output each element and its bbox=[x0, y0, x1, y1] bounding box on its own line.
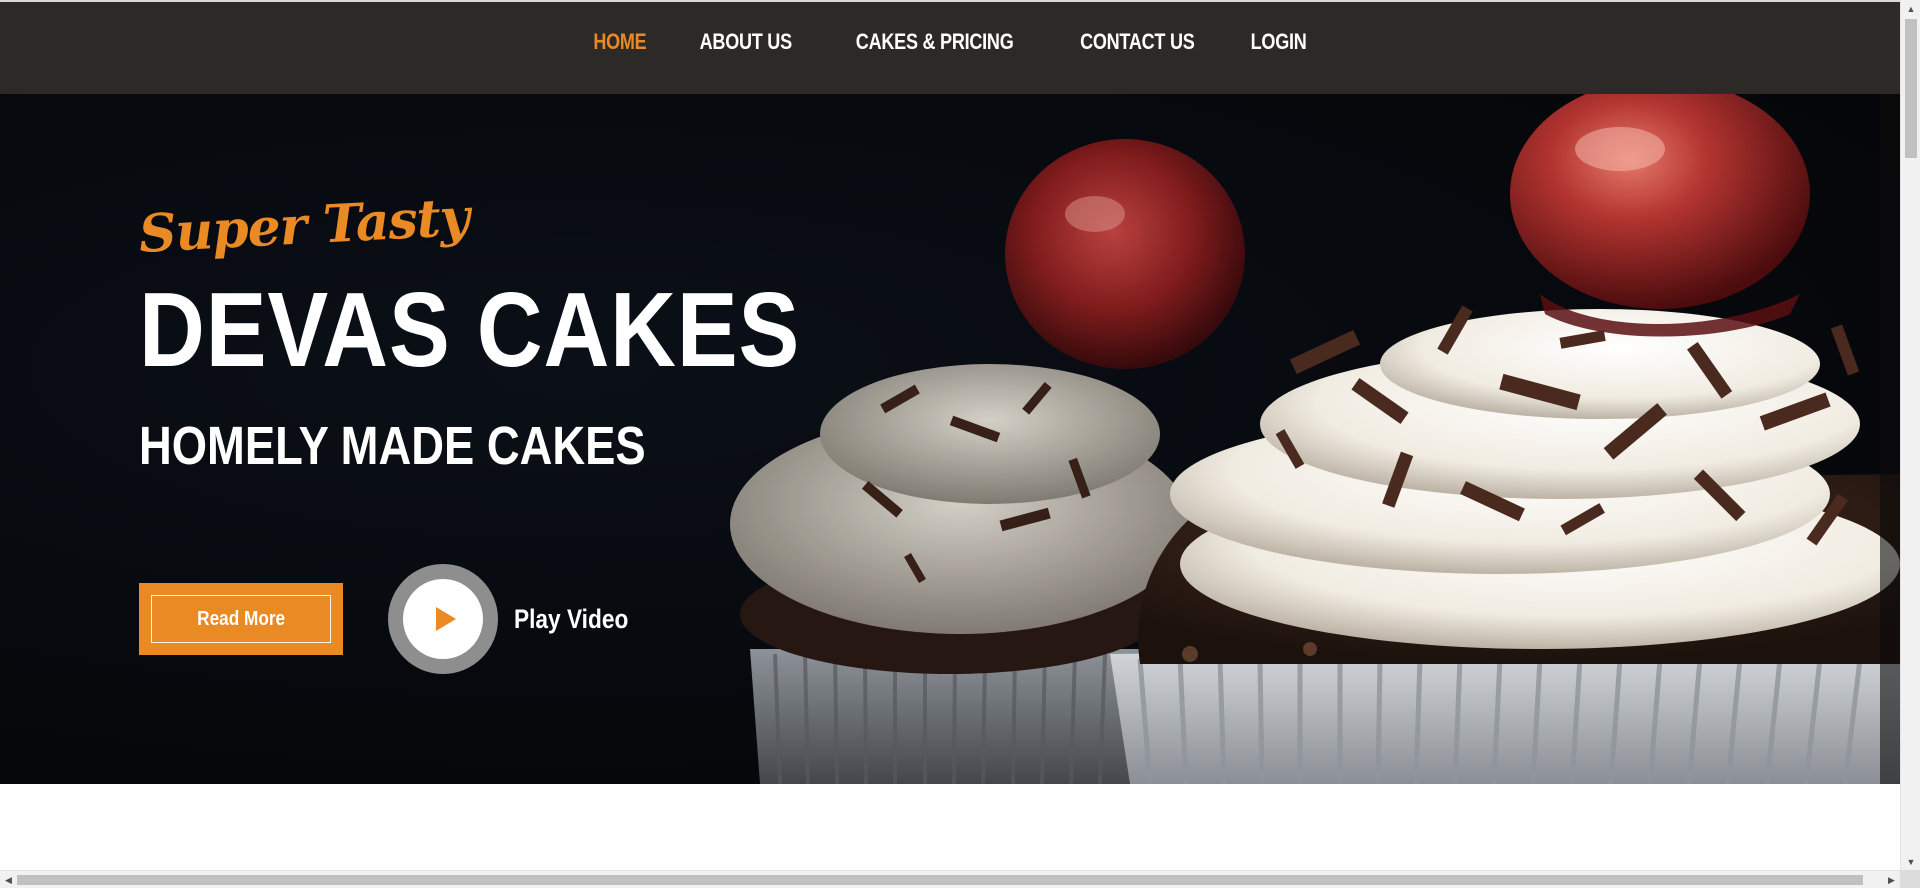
play-button-ring[interactable] bbox=[388, 564, 498, 674]
scrollbar-corner bbox=[1900, 870, 1920, 888]
play-video-label[interactable]: Play Video bbox=[514, 604, 628, 635]
hero-text-block: Super Tasty DEVAS CAKES HOMELY MADE CAKE… bbox=[137, 187, 839, 476]
horizontal-scroll-thumb[interactable] bbox=[17, 875, 1863, 885]
arrow-down-icon[interactable]: ▼ bbox=[1901, 853, 1920, 870]
hero-subtitle: HOMELY MADE CAKES bbox=[139, 416, 646, 476]
vertical-scroll-thumb[interactable] bbox=[1905, 19, 1917, 158]
hero-banner: Super Tasty DEVAS CAKES HOMELY MADE CAKE… bbox=[0, 94, 1900, 784]
arrow-left-icon[interactable]: ◀ bbox=[0, 871, 17, 889]
play-video-button[interactable]: Play Video bbox=[388, 564, 650, 674]
nav-item-home[interactable]: HOME bbox=[578, 29, 661, 55]
arrow-up-icon[interactable]: ▲ bbox=[1901, 0, 1920, 17]
nav-item-cakes-pricing[interactable]: CAKES & PRICING bbox=[841, 29, 1029, 55]
nav-item-login[interactable]: LOGIN bbox=[1235, 29, 1321, 55]
nav-menu: HOME ABOUT US CAKES & PRICING CONTACT US… bbox=[0, 2, 1900, 96]
arrow-right-icon[interactable]: ▶ bbox=[1883, 871, 1900, 889]
nav-item-about-us[interactable]: ABOUT US bbox=[684, 29, 807, 55]
hero-cta-row: Read More Play Video bbox=[139, 564, 650, 674]
page-viewport: HOME ABOUT US CAKES & PRICING CONTACT US… bbox=[0, 0, 1900, 870]
nav-item-contact-us[interactable]: CONTACT US bbox=[1065, 29, 1210, 55]
vertical-scrollbar[interactable]: ▲ ▼ bbox=[1900, 0, 1920, 870]
horizontal-scrollbar[interactable]: ◀ ▶ bbox=[0, 870, 1900, 888]
play-icon bbox=[435, 607, 456, 631]
top-navbar: HOME ABOUT US CAKES & PRICING CONTACT US… bbox=[0, 0, 1900, 94]
play-button-core bbox=[403, 579, 483, 659]
hero-title: DEVAS CAKES bbox=[139, 271, 801, 389]
read-more-button[interactable]: Read More bbox=[139, 583, 343, 655]
read-more-label: Read More bbox=[197, 607, 285, 630]
